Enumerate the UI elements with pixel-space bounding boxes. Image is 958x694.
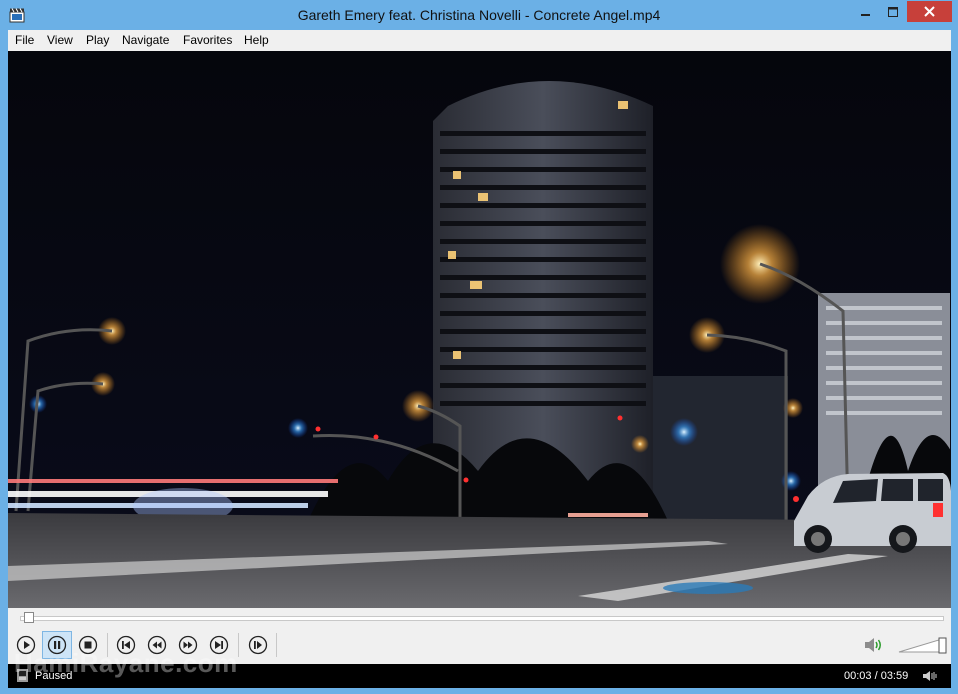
menu-bar: File View Play Navigate Favorites Help [8,30,951,51]
status-speaker-icon[interactable] [922,669,940,683]
menu-play[interactable]: Play [86,33,109,47]
frame-step-icon [248,635,268,655]
minimize-icon [861,13,870,16]
rewind-icon [147,635,167,655]
video-frame [8,51,951,608]
seek-thumb[interactable] [24,612,34,623]
separator [276,633,277,657]
maximize-button[interactable] [880,1,906,22]
seek-bar[interactable] [20,616,944,621]
playback-status: Paused [35,670,73,682]
maximize-icon [888,6,898,17]
next-button[interactable] [204,631,234,659]
fast-forward-button[interactable] [173,631,203,659]
rewind-button[interactable] [142,631,172,659]
status-clapperboard-icon [17,669,28,682]
minimize-button[interactable] [853,1,879,22]
speaker-icon[interactable] [863,636,885,654]
pause-button[interactable] [42,631,72,659]
stop-icon [78,635,98,655]
close-icon [924,6,935,17]
menu-favorites[interactable]: Favorites [183,33,232,47]
skip-previous-icon [116,635,136,655]
title-bar[interactable]: Gareth Emery feat. Christina Novelli - C… [0,0,958,30]
volume-slider[interactable] [898,634,948,654]
status-bar: Paused 00:03 / 03:59 [8,664,951,688]
pause-icon [47,635,67,655]
play-icon [16,635,36,655]
stop-button[interactable] [73,631,103,659]
window-title: Gareth Emery feat. Christina Novelli - C… [297,7,661,23]
menu-view[interactable]: View [47,33,73,47]
separator [238,633,239,657]
playback-time: 00:03 / 03:59 [844,670,909,682]
menu-help[interactable]: Help [244,33,269,47]
player-window: Gareth Emery feat. Christina Novelli - C… [0,0,958,694]
previous-button[interactable] [111,631,141,659]
play-button[interactable] [11,631,41,659]
close-button[interactable] [907,1,952,22]
skip-next-icon [209,635,229,655]
separator [107,633,108,657]
control-bar [8,608,951,664]
menu-file[interactable]: File [15,33,34,47]
menu-navigate[interactable]: Navigate [122,33,169,47]
frame-step-button[interactable] [243,631,273,659]
fast-forward-icon [178,635,198,655]
video-display[interactable] [8,51,951,608]
